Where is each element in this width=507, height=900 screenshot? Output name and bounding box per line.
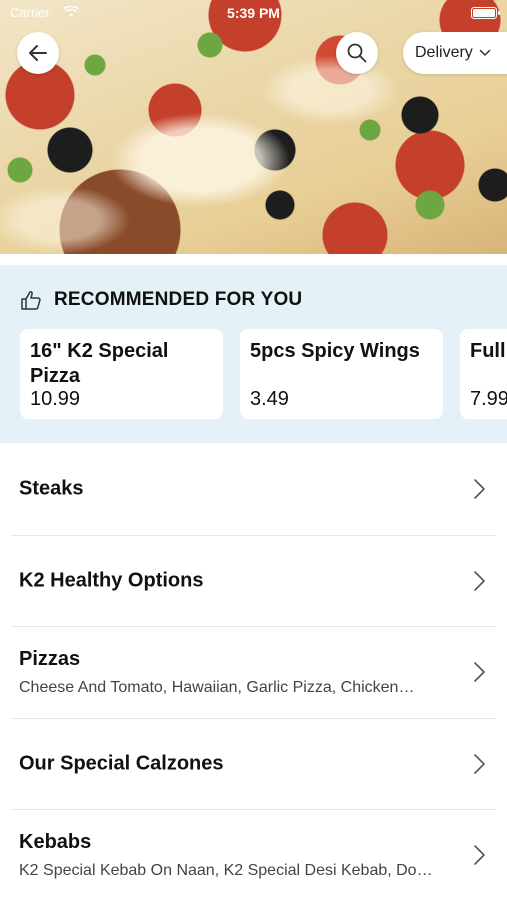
recommended-item-name: 16" K2 Special Pizza xyxy=(30,340,169,387)
recommended-item-card[interactable]: 16" K2 Special Pizza 10.99 xyxy=(20,329,223,419)
category-title: Our Special Calzones xyxy=(19,752,224,775)
category-title: Steaks xyxy=(19,477,84,500)
thumbs-up-icon xyxy=(21,291,41,310)
chevron-right-icon xyxy=(474,570,485,591)
recommended-carousel[interactable]: 16" K2 Special Pizza 10.99 5pcs Spicy Wi… xyxy=(20,329,507,419)
category-subtitle: K2 Special Kebab On Naan, K2 Special Des… xyxy=(19,862,433,879)
category-title: Pizzas xyxy=(19,648,81,670)
menu-category-pizzas[interactable]: Pizzas Cheese And Tomato, Hawaiian, Garl… xyxy=(11,627,496,719)
category-title: K2 Healthy Options xyxy=(19,569,204,592)
back-button[interactable] xyxy=(17,32,59,74)
menu-category-steaks[interactable]: Steaks xyxy=(11,444,496,536)
recommended-item-price: 7.99 xyxy=(470,388,507,410)
menu-category-k2-healthy-options[interactable]: K2 Healthy Options xyxy=(11,536,496,627)
category-subtitle: Cheese And Tomato, Hawaiian, Garlic Pizz… xyxy=(19,679,415,696)
menu-category-our-special-calzones[interactable]: Our Special Calzones xyxy=(11,719,496,810)
menu-category-list: Steaks K2 Healthy Options Pizzas Cheese … xyxy=(0,444,507,900)
arrow-left-icon xyxy=(29,45,47,61)
recommended-item-price: 10.99 xyxy=(30,388,81,410)
chevron-right-icon xyxy=(474,662,485,683)
category-title: Kebabs xyxy=(19,831,92,853)
recommended-item-name: Full I xyxy=(470,340,507,362)
delivery-mode-label: Delivery xyxy=(415,44,473,61)
recommended-item-card[interactable]: Full I 7.99 xyxy=(460,329,507,419)
recommended-item-name: 5pcs Spicy Wings xyxy=(250,340,420,362)
battery-icon xyxy=(471,7,500,19)
search-button[interactable] xyxy=(336,32,378,74)
recommended-section: RECOMMENDED FOR YOU 16" K2 Special Pizza… xyxy=(0,265,507,443)
delivery-mode-select[interactable]: Delivery xyxy=(403,32,507,74)
status-bar: Carrier 5:39 PM xyxy=(0,0,507,26)
chevron-right-icon xyxy=(474,479,485,500)
chevron-right-icon xyxy=(474,845,485,866)
recommended-item-card[interactable]: 5pcs Spicy Wings 3.49 xyxy=(240,329,443,419)
recommended-item-price: 3.49 xyxy=(250,388,289,410)
search-icon xyxy=(347,43,367,63)
clock: 5:39 PM xyxy=(227,5,280,21)
chevron-down-icon xyxy=(479,49,491,57)
chevron-right-icon xyxy=(474,753,485,774)
hero-image: Carrier 5:39 PM Delivery xyxy=(0,0,507,254)
recommended-title: RECOMMENDED FOR YOU xyxy=(54,289,303,310)
menu-category-kebabs[interactable]: Kebabs K2 Special Kebab On Naan, K2 Spec… xyxy=(11,810,496,900)
recommended-header: RECOMMENDED FOR YOU xyxy=(20,289,302,311)
